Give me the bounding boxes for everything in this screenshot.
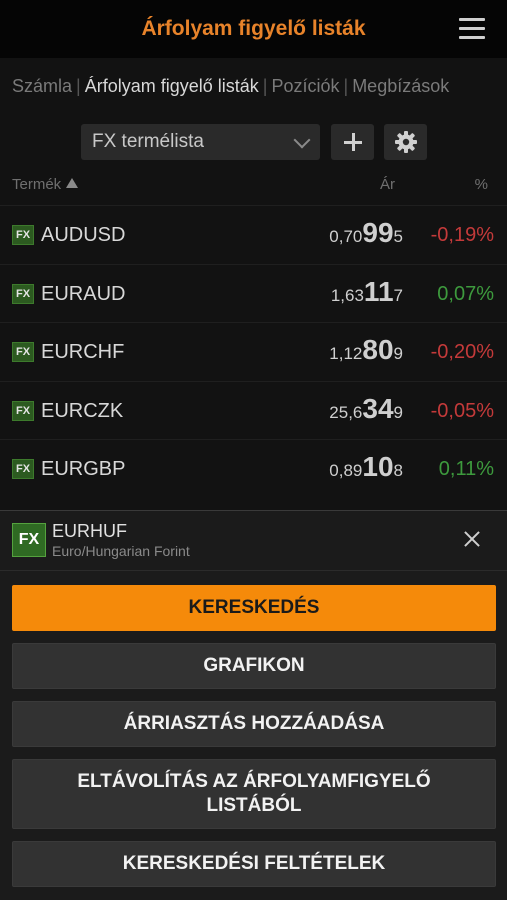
price-prefix: 1,63 <box>330 285 364 305</box>
price-pips: 34 <box>362 392 394 424</box>
table-row[interactable]: FX AUDUSD 0,70995 -0,19% <box>0 205 507 264</box>
price-prefix: 0,89 <box>329 461 363 480</box>
row-change: -0,20% <box>430 341 494 363</box>
price-prefix: 25,6 <box>329 402 363 422</box>
table-row[interactable]: FX EURGBP 0,89108 0,11% <box>0 439 507 498</box>
row-change: 0,11% <box>438 458 494 480</box>
instrument-action-sheet: FX EURHUF Euro/Hungarian Forint KERESKED… <box>0 510 507 900</box>
gear-icon <box>394 131 417 153</box>
nav-tabs: Számla | Árfolyam figyelő listák | Pozíciók |… <box>12 76 507 98</box>
table-row[interactable]: FX EURCZK 25,6349 -0,05% <box>0 380 507 440</box>
watchlist-controls: FX termélista <box>0 124 507 160</box>
watchlist-dropdown-value: FX termélista <box>92 131 204 152</box>
column-product-sort[interactable]: Termék <box>12 176 79 193</box>
tab-separator: | <box>262 76 268 96</box>
fx-badge-icon: FX <box>12 225 34 245</box>
watchlist-rows: FX AUDUSD 0,70995 -0,19% FX EURAUD 1,631… <box>0 205 507 498</box>
sheet-description: Euro/Hungarian Forint <box>52 543 190 559</box>
row-price: 1,12809 <box>329 334 403 366</box>
chevron-down-icon <box>293 131 311 149</box>
watchlist-dropdown[interactable]: FX termélista <box>81 124 320 160</box>
column-header: Termék Ár % <box>0 176 507 198</box>
fx-badge-icon: FX <box>12 283 34 304</box>
sheet-symbol: EURHUF <box>52 521 127 541</box>
add-watchlist-button[interactable] <box>331 124 374 160</box>
price-suffix: 9 <box>393 344 403 363</box>
app-header: Árfolyam figyelő listák <box>0 0 507 58</box>
tab-watchlists[interactable]: Árfolyam figyelő listák <box>85 76 259 96</box>
sheet-header: FX EURHUF Euro/Hungarian Forint <box>0 511 507 571</box>
column-price-label: Ár <box>380 176 395 193</box>
row-change: -0,19% <box>430 224 494 246</box>
remove-from-watchlist-button[interactable]: ELTÁVOLÍTÁS AZ ÁRFOLYAMFIGYELŐ LISTÁBÓL <box>12 759 496 829</box>
column-percent-label: % <box>474 176 488 193</box>
row-price: 25,6349 <box>329 393 403 425</box>
table-row[interactable]: FX EURCHF 1,12809 -0,20% <box>0 322 507 381</box>
fx-badge-icon: FX <box>12 459 34 479</box>
price-suffix: 7 <box>393 285 403 305</box>
chart-button[interactable]: GRAFIKON <box>12 643 496 689</box>
row-symbol: EURCHF <box>41 341 125 363</box>
row-price: 0,70995 <box>329 217 403 249</box>
watchlist-settings-button[interactable] <box>384 124 427 160</box>
tab-orders[interactable]: Megbízások <box>352 76 449 96</box>
trading-conditions-button[interactable]: KERESKEDÉSI FELTÉTELEK <box>12 841 496 887</box>
close-icon[interactable] <box>461 528 483 550</box>
plus-icon <box>343 133 362 151</box>
table-row[interactable]: FX EURAUD 1,63117 0,07% <box>0 263 507 323</box>
row-symbol: EURGBP <box>41 458 126 480</box>
trade-button[interactable]: KERESKEDÉS <box>12 585 496 631</box>
add-price-alert-button[interactable]: ÁRRIASZTÁS HOZZÁADÁSA <box>12 701 496 747</box>
row-price: 0,89108 <box>329 451 403 483</box>
fx-badge-icon: FX <box>12 342 34 362</box>
price-suffix: 8 <box>393 461 403 480</box>
price-suffix: 5 <box>393 227 403 246</box>
fx-badge-icon: FX <box>12 523 46 557</box>
hamburger-menu-icon[interactable] <box>459 18 485 40</box>
row-change: 0,07% <box>437 282 494 305</box>
row-change: -0,05% <box>430 399 494 422</box>
row-price: 1,63117 <box>331 276 403 308</box>
tab-positions[interactable]: Pozíciók <box>271 76 339 96</box>
price-prefix: 1,12 <box>329 344 363 363</box>
price-pips: 80 <box>362 334 394 365</box>
fx-badge-icon: FX <box>12 400 34 421</box>
column-product-label: Termék <box>12 176 62 193</box>
price-suffix: 9 <box>393 402 403 422</box>
sort-ascending-icon <box>66 178 79 188</box>
row-symbol: EURCZK <box>41 399 124 422</box>
price-pips: 10 <box>362 451 394 482</box>
row-symbol: AUDUSD <box>41 224 126 246</box>
price-pips: 99 <box>362 217 394 248</box>
tab-separator: | <box>76 76 81 96</box>
tab-separator: | <box>343 76 349 96</box>
page-title: Árfolyam figyelő listák <box>141 17 366 40</box>
row-symbol: EURAUD <box>41 282 126 305</box>
tab-szamla[interactable]: Számla <box>12 76 72 96</box>
price-prefix: 0,70 <box>329 227 363 246</box>
price-pips: 11 <box>363 275 394 307</box>
